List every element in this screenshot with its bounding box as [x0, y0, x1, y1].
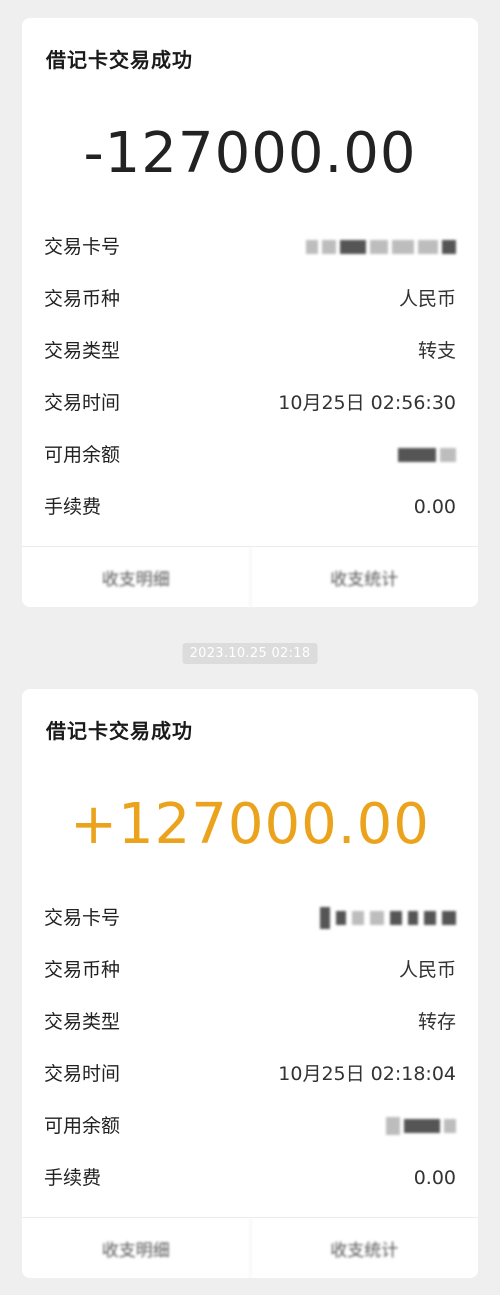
- transaction-card-credit: 借记卡交易成功 +127000.00 交易卡号 交易币种 人民币 交易类型 转存…: [22, 689, 478, 1278]
- card-title: 借记卡交易成功: [46, 719, 193, 743]
- currency-label: 交易币种: [44, 959, 121, 981]
- type-value: 转支: [417, 340, 456, 362]
- type-label: 交易类型: [44, 340, 121, 362]
- row-type: 交易类型 转存: [22, 996, 478, 1048]
- fee-label: 手续费: [44, 496, 102, 518]
- transaction-amount: +127000.00: [70, 792, 430, 857]
- currency-value: 人民币: [398, 959, 456, 981]
- card-actions: 收支明细 收支统计: [22, 546, 478, 607]
- transaction-card-debit: 借记卡交易成功 -127000.00 交易卡号 交易币种 人民币 交易类型 转支…: [22, 18, 478, 607]
- time-label: 交易时间: [44, 392, 121, 414]
- card-actions: 收支明细 收支统计: [22, 1217, 478, 1278]
- message-timestamp: 2023.10.25 02:18: [182, 643, 318, 664]
- type-label: 交易类型: [44, 1011, 121, 1033]
- card-number-label: 交易卡号: [44, 236, 121, 258]
- balance-label: 可用余额: [44, 1115, 121, 1137]
- card-number-label: 交易卡号: [44, 907, 121, 929]
- row-fee: 手续费 0.00: [22, 481, 478, 533]
- balance-label: 可用余额: [44, 444, 121, 466]
- row-time: 交易时间 10月25日 02:56:30: [22, 377, 478, 429]
- fee-value: 0.00: [413, 1167, 456, 1189]
- currency-value: 人民币: [398, 288, 456, 310]
- row-card-number: 交易卡号: [22, 892, 478, 944]
- type-value: 转存: [417, 1011, 456, 1033]
- currency-label: 交易币种: [44, 288, 121, 310]
- balance-redacted: [386, 1117, 456, 1135]
- row-currency: 交易币种 人民币: [22, 273, 478, 325]
- statistics-button[interactable]: 收支统计: [249, 547, 479, 607]
- details-button[interactable]: 收支明细: [22, 547, 250, 607]
- card-number-redacted: [320, 907, 456, 929]
- row-time: 交易时间 10月25日 02:18:04: [22, 1048, 478, 1100]
- row-balance: 可用余额: [22, 1100, 478, 1152]
- card-number-redacted: [306, 238, 456, 256]
- details-list: 交易卡号 交易币种 人民币 交易类型 转支 交易时间 10月25日 02:56:…: [22, 221, 478, 533]
- row-fee: 手续费 0.00: [22, 1152, 478, 1204]
- time-label: 交易时间: [44, 1063, 121, 1085]
- time-value: 10月25日 02:18:04: [278, 1063, 456, 1085]
- card-title: 借记卡交易成功: [46, 48, 193, 72]
- statistics-button[interactable]: 收支统计: [249, 1218, 479, 1278]
- details-button[interactable]: 收支明细: [22, 1218, 250, 1278]
- balance-redacted: [398, 446, 456, 464]
- transaction-amount: -127000.00: [83, 121, 417, 186]
- time-value: 10月25日 02:56:30: [278, 392, 456, 414]
- row-balance: 可用余额: [22, 429, 478, 481]
- fee-value: 0.00: [413, 496, 456, 518]
- row-type: 交易类型 转支: [22, 325, 478, 377]
- fee-label: 手续费: [44, 1167, 102, 1189]
- details-list: 交易卡号 交易币种 人民币 交易类型 转存 交易时间 10月25日 02:18:…: [22, 892, 478, 1204]
- row-currency: 交易币种 人民币: [22, 944, 478, 996]
- row-card-number: 交易卡号: [22, 221, 478, 273]
